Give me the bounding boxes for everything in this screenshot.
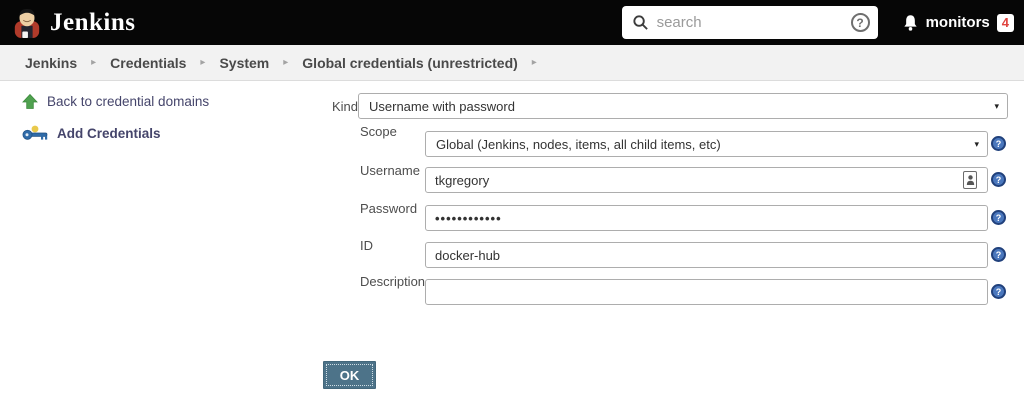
breadcrumb-global-credentials[interactable]: Global credentials (unrestricted) [302, 55, 518, 71]
password-input[interactable] [425, 205, 988, 231]
sidebar-item-add-credentials[interactable]: Add Credentials [22, 125, 161, 142]
password-label: Password [360, 201, 418, 216]
monitors-label: monitors [925, 14, 990, 31]
sidebar-item-label: Back to credential domains [47, 94, 210, 109]
description-input[interactable] [425, 279, 988, 305]
key-icon [22, 125, 48, 140]
up-arrow-icon [22, 93, 38, 109]
jenkins-butler-logo-icon [14, 8, 40, 38]
search-input[interactable] [656, 14, 843, 31]
chevron-down-icon: ▾ [974, 138, 979, 149]
id-help-icon[interactable]: ? [991, 247, 1006, 262]
breadcrumb-system[interactable]: System [219, 55, 269, 71]
jenkins-home-link[interactable]: Jenkins [12, 6, 135, 40]
breadcrumb: Jenkins ▸ Credentials ▸ System ▸ Global … [0, 45, 1024, 81]
sidebar-item-label: Add Credentials [57, 126, 161, 141]
kind-select[interactable]: Username with password ▾ [358, 93, 1008, 119]
search-icon [633, 15, 648, 30]
chevron-down-icon: ▾ [994, 100, 999, 111]
top-header: Jenkins ? monitors 4 [0, 0, 1024, 45]
kind-label: Kind [332, 99, 359, 114]
ok-button[interactable]: OK [323, 361, 376, 389]
username-input[interactable] [425, 167, 988, 193]
username-label: Username [360, 163, 420, 178]
description-help-icon[interactable]: ? [991, 284, 1006, 299]
search-help-icon[interactable]: ? [850, 13, 870, 32]
scope-help-icon[interactable]: ? [991, 136, 1006, 151]
monitors-link[interactable]: monitors 4 [902, 13, 1014, 32]
bell-icon [903, 14, 917, 31]
chevron-right-icon: ▸ [91, 57, 97, 68]
main-content: Back to credential domains Add Credentia… [0, 81, 1024, 413]
search-box: ? [621, 6, 878, 39]
sidebar-item-back-to-credential-domains[interactable]: Back to credential domains [22, 93, 209, 110]
chevron-right-icon: ▸ [283, 57, 289, 68]
monitors-count-badge: 4 [996, 13, 1014, 32]
chevron-right-icon: ▸ [200, 57, 206, 68]
scope-select-value: Global (Jenkins, nodes, items, all child… [436, 136, 721, 152]
scope-select[interactable]: Global (Jenkins, nodes, items, all child… [425, 131, 988, 157]
breadcrumb-jenkins[interactable]: Jenkins [25, 55, 77, 71]
browser-autofill-icon[interactable] [963, 171, 977, 189]
scope-label: Scope [360, 124, 397, 139]
kind-select-value: Username with password [369, 98, 515, 114]
chevron-right-icon: ▸ [531, 57, 537, 68]
id-input[interactable] [425, 242, 988, 268]
breadcrumb-credentials[interactable]: Credentials [110, 55, 186, 71]
description-label: Description [360, 274, 426, 289]
password-help-icon[interactable]: ? [991, 210, 1006, 225]
id-label: ID [360, 238, 373, 253]
username-help-icon[interactable]: ? [991, 172, 1006, 187]
app-title: Jenkins [50, 8, 136, 36]
